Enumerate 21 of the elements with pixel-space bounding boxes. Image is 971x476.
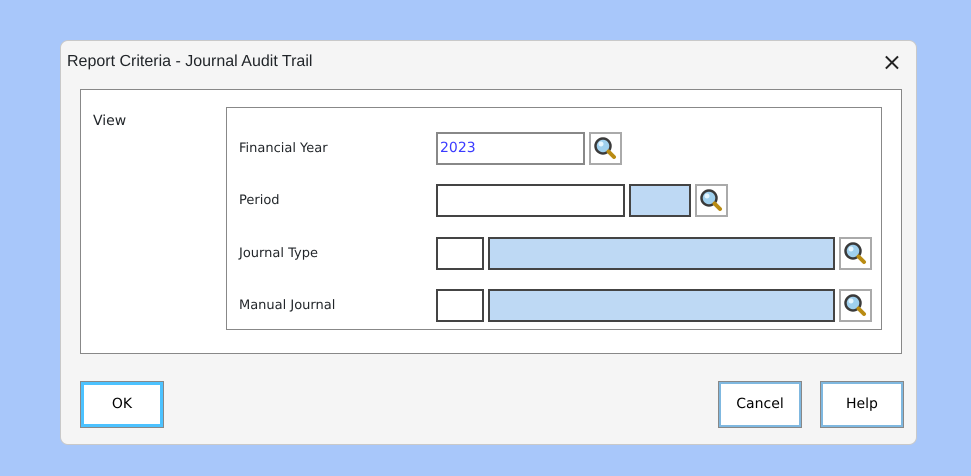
field-label: Financial Year <box>239 140 328 156</box>
input-field[interactable]: 2023 <box>436 132 585 165</box>
search-button[interactable] <box>695 184 728 218</box>
lookup-field[interactable] <box>488 289 835 322</box>
close-button[interactable]: × <box>876 50 908 74</box>
section-label: View <box>93 113 126 129</box>
input-field[interactable] <box>436 289 484 322</box>
dialog-button[interactable]: OK <box>81 382 163 427</box>
search-button[interactable] <box>589 132 622 165</box>
input-field[interactable] <box>436 184 625 218</box>
field-label: Manual Journal <box>239 298 336 313</box>
lookup-field[interactable] <box>629 184 691 218</box>
dialog-button[interactable]: Cancel <box>719 382 801 427</box>
search-button[interactable] <box>839 289 872 322</box>
window-title: Report Criteria - Journal Audit Trail <box>67 52 312 72</box>
input-field[interactable] <box>436 236 484 270</box>
search-button[interactable] <box>839 236 872 270</box>
field-label: Period <box>239 193 280 208</box>
dialog-button[interactable]: Help <box>821 382 903 427</box>
lookup-field[interactable] <box>488 236 835 270</box>
field-label: Journal Type <box>239 246 318 260</box>
